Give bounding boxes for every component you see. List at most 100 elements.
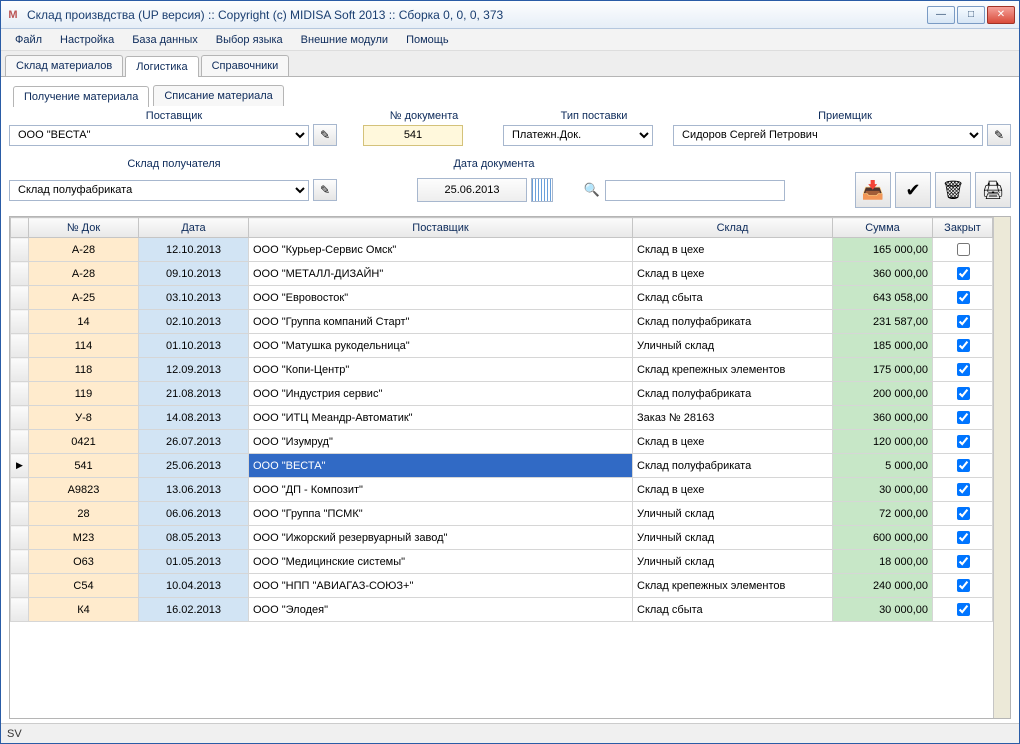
cell-doc: А-28 [29, 262, 139, 286]
delivery-type-select[interactable]: Платежн.Док. [503, 125, 653, 146]
supplier-edit-button[interactable]: ✎ [313, 124, 337, 146]
cell-date: 01.10.2013 [139, 334, 249, 358]
menu-language[interactable]: Выбор языка [208, 32, 291, 48]
maximize-button[interactable]: □ [957, 6, 985, 24]
cell-sum: 165 000,00 [833, 238, 933, 262]
closed-checkbox[interactable] [957, 315, 970, 328]
calendar-icon[interactable] [531, 178, 553, 202]
cell-doc: К4 [29, 598, 139, 622]
col-supplier[interactable]: Поставщик [249, 218, 633, 238]
table-row[interactable]: ▶54125.06.2013ООО "ВЕСТА"Склад полуфабри… [11, 454, 993, 478]
menu-help[interactable]: Помощь [398, 32, 457, 48]
cell-doc: 0421 [29, 430, 139, 454]
table-row[interactable]: А982313.06.2013ООО "ДП - Композит"Склад … [11, 478, 993, 502]
cell-closed [933, 454, 993, 478]
col-sum[interactable]: Сумма [833, 218, 933, 238]
cell-doc: А-25 [29, 286, 139, 310]
col-closed[interactable]: Закрыт [933, 218, 993, 238]
label-docdate: Дата документа [339, 158, 649, 170]
warehouse-edit-button[interactable]: ✎ [313, 179, 337, 201]
receiver-edit-button[interactable]: ✎ [987, 124, 1011, 146]
tab-logistics[interactable]: Логистика [125, 56, 198, 77]
closed-checkbox[interactable] [957, 435, 970, 448]
closed-checkbox[interactable] [957, 387, 970, 400]
cell-supplier: ООО "НПП "АВИАГАЗ-СОЮЗ+" [249, 574, 633, 598]
closed-checkbox[interactable] [957, 483, 970, 496]
menu-database[interactable]: База данных [124, 32, 206, 48]
print-button[interactable]: 🖨 [975, 172, 1011, 208]
row-indicator [11, 334, 29, 358]
menu-file[interactable]: Файл [7, 32, 50, 48]
cell-doc: С54 [29, 574, 139, 598]
subtab-receive[interactable]: Получение материала [13, 86, 149, 107]
closed-checkbox[interactable] [957, 411, 970, 424]
table-row[interactable]: М2308.05.2013ООО "Ижорский резервуарный … [11, 526, 993, 550]
table-row[interactable]: У-814.08.2013ООО "ИТЦ Меандр-Автоматик"З… [11, 406, 993, 430]
table-row[interactable]: 042126.07.2013ООО "Изумруд"Склад в цехе1… [11, 430, 993, 454]
table-row[interactable]: 2806.06.2013ООО "Группа "ПСМК"Уличный ск… [11, 502, 993, 526]
subtab-writeoff[interactable]: Списание материала [153, 85, 283, 106]
table-row[interactable]: С5410.04.2013ООО "НПП "АВИАГАЗ-СОЮЗ+"Скл… [11, 574, 993, 598]
col-warehouse[interactable]: Склад [633, 218, 833, 238]
table-row[interactable]: А-2812.10.2013ООО "Курьер-Сервис Омск"Ск… [11, 238, 993, 262]
menu-external[interactable]: Внешние модули [293, 32, 396, 48]
cell-sum: 18 000,00 [833, 550, 933, 574]
receiver-select[interactable]: Сидоров Сергей Петрович [673, 125, 983, 146]
minimize-button[interactable]: — [927, 6, 955, 24]
cell-warehouse: Склад сбыта [633, 286, 833, 310]
closed-checkbox[interactable] [957, 603, 970, 616]
cell-doc: 119 [29, 382, 139, 406]
cell-closed [933, 526, 993, 550]
table-row[interactable]: О6301.05.2013ООО "Медицинские системы"Ул… [11, 550, 993, 574]
closed-checkbox[interactable] [957, 363, 970, 376]
cell-date: 21.08.2013 [139, 382, 249, 406]
closed-checkbox[interactable] [957, 339, 970, 352]
search-input[interactable] [605, 180, 785, 201]
col-doc[interactable]: № Док [29, 218, 139, 238]
cell-supplier: ООО "Группа компаний Старт" [249, 310, 633, 334]
row-indicator [11, 430, 29, 454]
table-row[interactable]: 1402.10.2013ООО "Группа компаний Старт"С… [11, 310, 993, 334]
closed-checkbox[interactable] [957, 507, 970, 520]
closed-checkbox[interactable] [957, 579, 970, 592]
cell-date: 12.10.2013 [139, 238, 249, 262]
vertical-scrollbar[interactable] [993, 217, 1010, 718]
status-text: SV [7, 728, 22, 740]
check-all-button[interactable]: ✔ [895, 172, 931, 208]
cell-supplier: ООО "Индустрия сервис" [249, 382, 633, 406]
row-indicator [11, 502, 29, 526]
docnum-field[interactable]: 541 [363, 125, 463, 146]
tab-materials[interactable]: Склад материалов [5, 55, 123, 76]
table-row[interactable]: 11812.09.2013ООО "Копи-Центр"Склад крепе… [11, 358, 993, 382]
cell-sum: 175 000,00 [833, 358, 933, 382]
docdate-field[interactable]: 25.06.2013 [417, 178, 527, 202]
window-title: Склад произвдства (UP версия) :: Copyrig… [27, 8, 927, 22]
label-warehouse: Склад получателя [9, 158, 339, 170]
import-button[interactable]: 📥 [855, 172, 891, 208]
closed-checkbox[interactable] [957, 243, 970, 256]
delete-button[interactable]: 🗑 [935, 172, 971, 208]
cell-supplier: ООО "Элодея" [249, 598, 633, 622]
closed-checkbox[interactable] [957, 291, 970, 304]
closed-checkbox[interactable] [957, 267, 970, 280]
closed-checkbox[interactable] [957, 555, 970, 568]
cell-closed [933, 358, 993, 382]
sub-tabstrip: Получение материала Списание материала [9, 81, 1011, 106]
table-row[interactable]: А-2809.10.2013ООО "МЕТАЛЛ-ДИЗАЙН"Склад в… [11, 262, 993, 286]
closed-checkbox[interactable] [957, 531, 970, 544]
cell-doc: 14 [29, 310, 139, 334]
warehouse-select[interactable]: Склад полуфабриката [9, 180, 309, 201]
col-date[interactable]: Дата [139, 218, 249, 238]
tab-references[interactable]: Справочники [201, 55, 290, 76]
cell-sum: 240 000,00 [833, 574, 933, 598]
table-row[interactable]: А-2503.10.2013ООО "Евровосток"Склад сбыт… [11, 286, 993, 310]
close-button[interactable]: ✕ [987, 6, 1015, 24]
table-row[interactable]: 11921.08.2013ООО "Индустрия сервис"Склад… [11, 382, 993, 406]
cell-supplier: ООО "Матушка рукодельница" [249, 334, 633, 358]
closed-checkbox[interactable] [957, 459, 970, 472]
table-row[interactable]: 11401.10.2013ООО "Матушка рукодельница"У… [11, 334, 993, 358]
supplier-select[interactable]: ООО "ВЕСТА" [9, 125, 309, 146]
table-row[interactable]: К416.02.2013ООО "Элодея"Склад сбыта30 00… [11, 598, 993, 622]
menu-settings[interactable]: Настройка [52, 32, 122, 48]
cell-closed [933, 574, 993, 598]
